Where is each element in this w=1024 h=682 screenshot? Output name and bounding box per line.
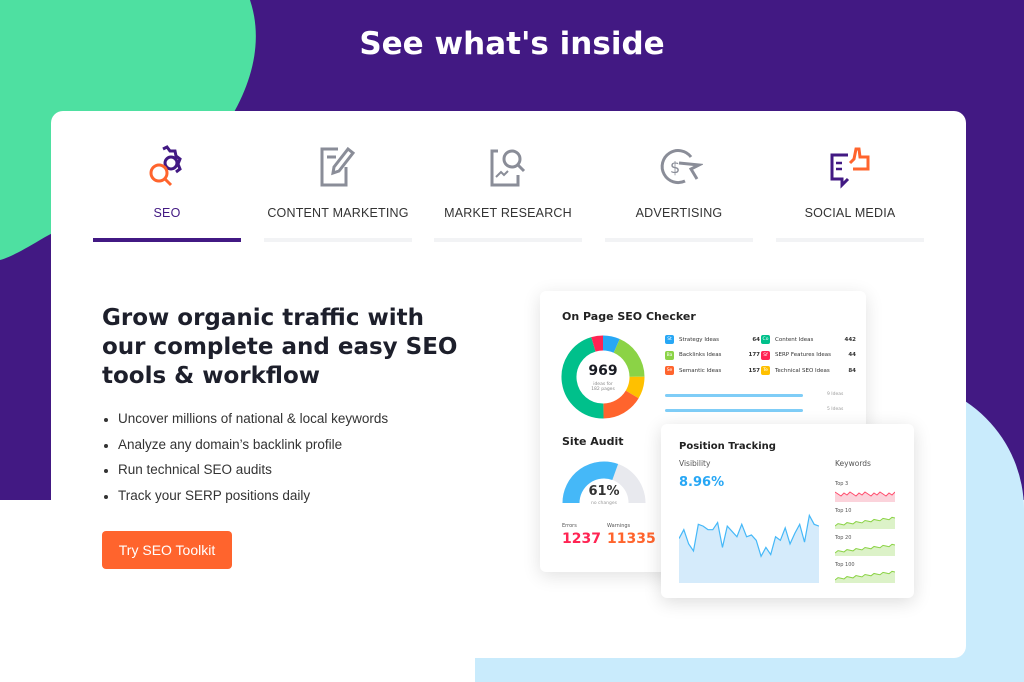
- tracking-title: Position Tracking: [679, 441, 776, 452]
- try-seo-toolkit-button[interactable]: Try SEO Toolkit: [102, 531, 232, 569]
- donut-segment: [591, 335, 604, 352]
- legend-label: Backlinks Ideas: [679, 352, 722, 358]
- document-magnifier-icon: [490, 149, 526, 187]
- legend-item: Ba Backlinks Ideas 177: [665, 350, 760, 360]
- tab-indicator: [93, 238, 241, 242]
- position-tracking-preview: Position Tracking Visibility 8.96% Keywo…: [661, 424, 914, 598]
- features-card: SEO CONTENT MARKETING MARKET RESEARCH $ …: [51, 111, 966, 658]
- keyword-sparkline: [835, 491, 895, 502]
- keyword-label: Top 20: [835, 535, 852, 541]
- warnings-count: 11335: [607, 531, 656, 547]
- audit-sub: no changes: [591, 501, 617, 506]
- tab-seo[interactable]: SEO: [93, 111, 241, 242]
- ideas-pages: 182 pages: [591, 387, 615, 392]
- donut-segment: [602, 390, 639, 419]
- warnings-label: Warnings: [607, 523, 631, 529]
- visibility-chart: [679, 513, 819, 583]
- tab-advertising[interactable]: $ ADVERTISING: [605, 111, 753, 242]
- legend-label: Semantic Ideas: [679, 367, 722, 374]
- tab-indicator: [776, 238, 924, 242]
- feature-heading: Grow organic traffic with our complete a…: [102, 305, 458, 389]
- keyword-sparkline: [835, 543, 895, 556]
- feature-bullet: Track your SERP positions daily: [102, 488, 388, 514]
- tab-market-research[interactable]: MARKET RESEARCH: [434, 111, 582, 242]
- errors-count: 1237: [562, 531, 601, 547]
- tab-indicator: [605, 238, 753, 242]
- legend-label: Content Ideas: [775, 336, 814, 343]
- seo-gear-magnifier-icon: [149, 145, 182, 187]
- ideas-bar: [665, 394, 803, 397]
- thumbs-up-chat-icon: [830, 147, 870, 189]
- ideas-bar-label: 9 Ideas: [827, 392, 844, 397]
- tab-content-marketing[interactable]: CONTENT MARKETING: [264, 111, 412, 242]
- tab-indicator: [264, 238, 412, 242]
- legend-swatch: Te: [761, 366, 770, 375]
- legend-value: 64: [752, 336, 760, 343]
- keyword-sparkline: [835, 570, 895, 583]
- legend-swatch: Se: [665, 366, 674, 375]
- legend-value: 442: [844, 336, 856, 343]
- tab-label: MARKET RESEARCH: [444, 206, 572, 220]
- legend-item: St Strategy Ideas 64: [665, 335, 760, 344]
- legend-item: Sf SERP Features Ideas 44: [761, 350, 856, 360]
- tab-indicator: [434, 238, 582, 242]
- legend-value: 157: [748, 367, 760, 374]
- legend-label: Strategy Ideas: [679, 336, 720, 343]
- legend-swatch: Sf: [761, 350, 770, 360]
- errors-label: Errors: [562, 523, 577, 529]
- audit-percent: 61%: [588, 484, 620, 499]
- site-audit-title: Site Audit: [562, 435, 624, 448]
- visibility-label: Visibility: [679, 459, 711, 468]
- donut-segment: [602, 335, 620, 353]
- donut-segment: [625, 376, 645, 399]
- svg-text:$: $: [670, 158, 680, 177]
- legend-label: SERP Features Ideas: [775, 352, 831, 358]
- legend-swatch: Co: [761, 335, 770, 344]
- tab-label: SEO: [153, 206, 181, 220]
- legend-value: 84: [848, 367, 856, 374]
- keyword-label: Top 100: [835, 562, 855, 568]
- legend-label: Technical SEO Ideas: [775, 367, 830, 374]
- legend-item: Co Content Ideas 442: [761, 335, 856, 344]
- tab-social-media[interactable]: SOCIAL MEDIA: [776, 111, 924, 242]
- keyword-label: Top 10: [835, 508, 852, 514]
- legend-swatch: St: [665, 335, 674, 344]
- dollar-cursor-icon: $: [660, 149, 703, 185]
- keywords-label: Keywords: [835, 459, 871, 468]
- legend-value: 177: [748, 352, 760, 358]
- keyword-label: Top 3: [835, 481, 849, 487]
- legend-item: Te Technical SEO Ideas 84: [761, 366, 856, 375]
- total-ideas: 969: [588, 363, 618, 379]
- checker-title: On Page SEO Checker: [562, 310, 696, 323]
- feature-bullet: Uncover millions of national & local key…: [102, 411, 388, 437]
- feature-bullet: Run technical SEO audits: [102, 462, 388, 488]
- audit-gauge: [562, 461, 646, 504]
- tab-label: ADVERTISING: [635, 206, 723, 220]
- keyword-sparkline: [835, 516, 895, 529]
- visibility-value: 8.96%: [679, 475, 725, 490]
- section-title: See what's inside: [359, 26, 665, 62]
- legend-item: Se Semantic Ideas 157: [665, 366, 760, 375]
- feature-bullet: Analyze any domain’s backlink profile: [102, 437, 388, 463]
- legend-swatch: Ba: [665, 350, 674, 360]
- legend-value: 44: [848, 352, 856, 358]
- ideas-bar-label: 5 Ideas: [827, 407, 844, 412]
- document-pencil-icon: [320, 146, 356, 187]
- ideas-bar: [665, 409, 803, 412]
- tab-label: CONTENT MARKETING: [267, 206, 409, 220]
- tab-label: SOCIAL MEDIA: [804, 206, 896, 220]
- feature-list: Uncover millions of national & local key…: [102, 411, 388, 514]
